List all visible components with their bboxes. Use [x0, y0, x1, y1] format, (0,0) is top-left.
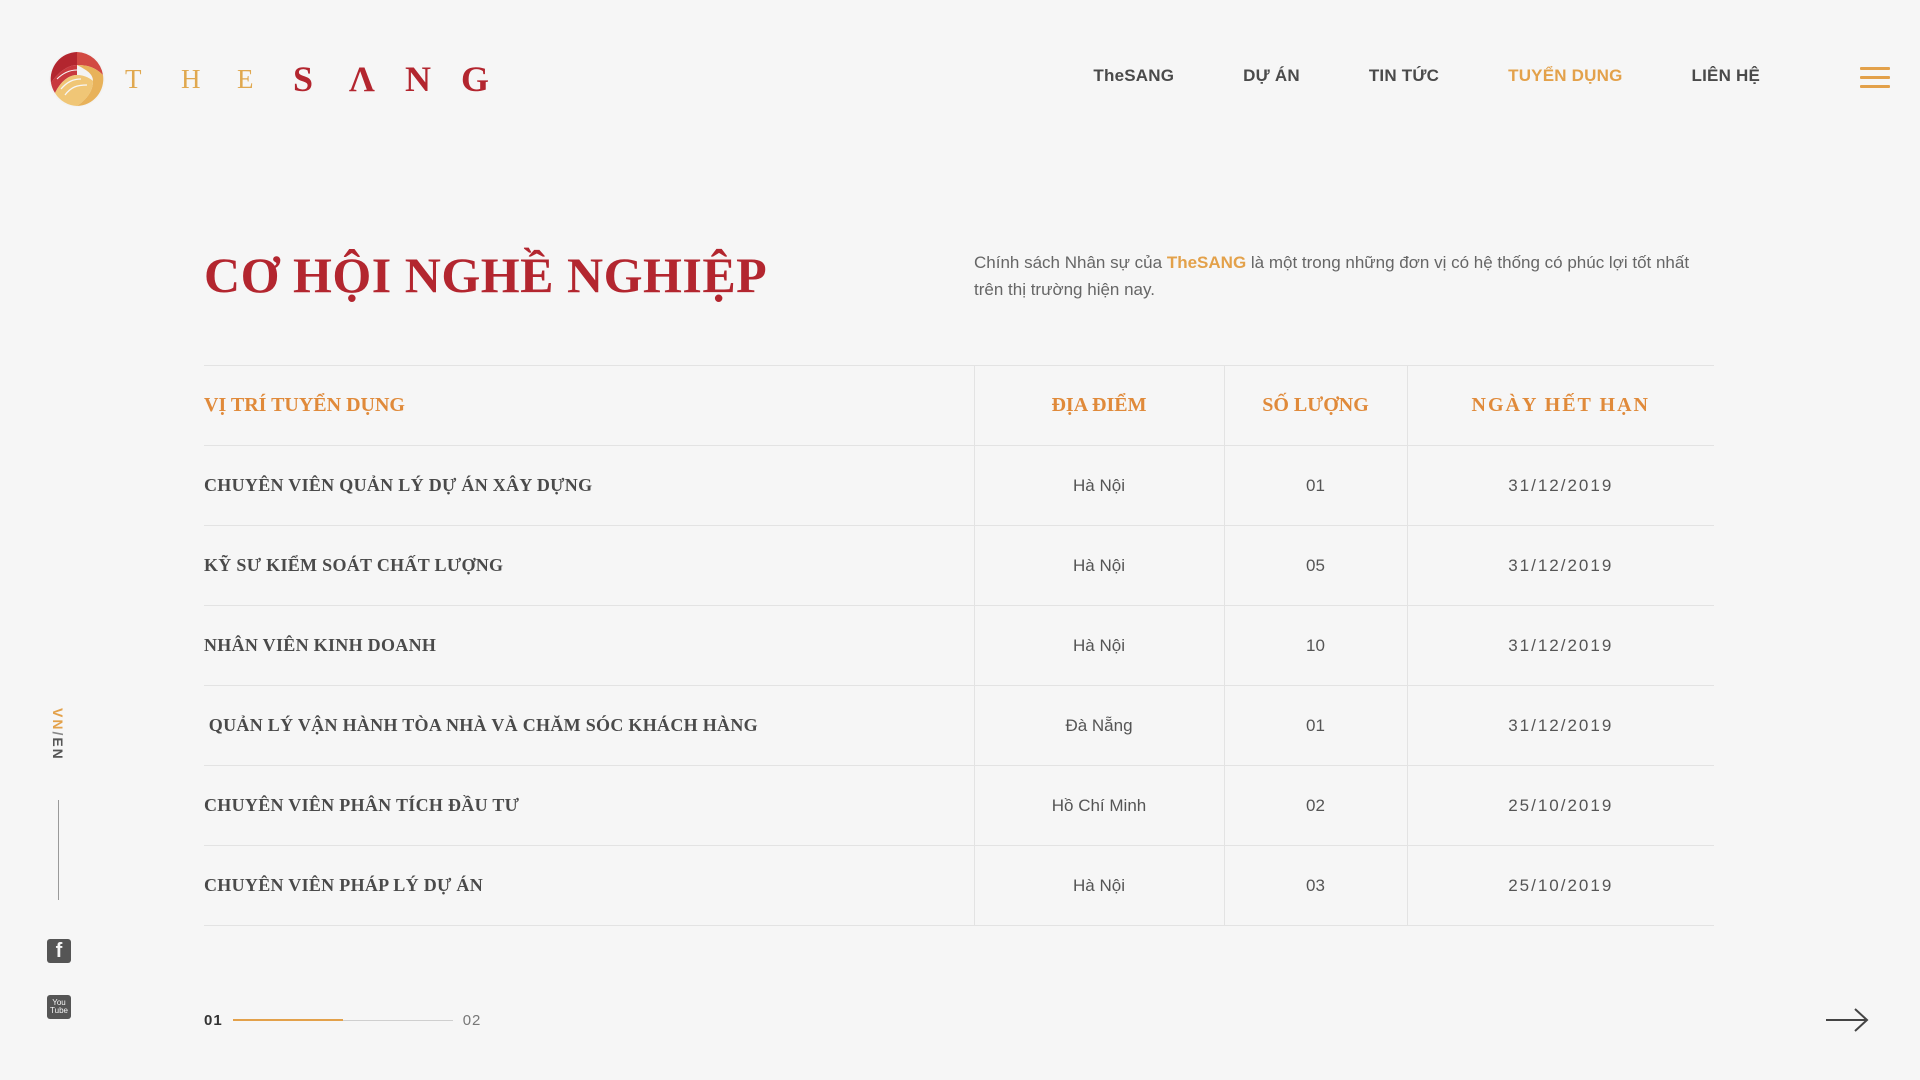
job-deadline: 25/10/2019 — [1406, 765, 1714, 846]
table-row[interactable]: CHUYÊN VIÊN PHÁP LÝ DỰ ÁN Hà Nội 03 25/1… — [204, 845, 1714, 926]
job-position[interactable]: CHUYÊN VIÊN PHÁP LÝ DỰ ÁN — [204, 845, 974, 926]
nav-item-tuyen-dung[interactable]: TUYỂN DỤNG — [1508, 66, 1622, 86]
job-location: Hà Nội — [973, 445, 1224, 526]
nav-item-thesang[interactable]: TheSANG — [1093, 66, 1174, 86]
logo-letter: H — [181, 63, 201, 94]
logo-letter: Λ — [349, 59, 375, 99]
pager: 01 02 — [204, 1012, 481, 1029]
intro-text-before: Chính sách Nhân sự của — [974, 253, 1167, 272]
facebook-icon[interactable]: f — [47, 939, 71, 963]
table-row[interactable]: QUẢN LÝ VẬN HÀNH TÒA NHÀ VÀ CHĂM SÓC KHÁ… — [204, 685, 1714, 766]
hamburger-icon[interactable] — [1860, 67, 1890, 89]
header-quantity: SỐ LƯỢNG — [1223, 365, 1407, 446]
table-row[interactable]: CHUYÊN VIÊN QUẢN LÝ DỰ ÁN XÂY DỰNG Hà Nộ… — [204, 445, 1714, 526]
page: T H E SΛNG TheSANG DỰ ÁN TIN TỨC TUYỂN DỤN… — [0, 0, 1920, 1080]
arrow-right-icon[interactable] — [1824, 1005, 1870, 1035]
job-quantity: 01 — [1223, 685, 1407, 766]
page-current[interactable]: 01 — [204, 1012, 223, 1029]
lang-en[interactable]: EN — [50, 737, 66, 760]
job-deadline: 31/12/2019 — [1406, 525, 1714, 606]
intro-text: Chính sách Nhân sự của TheSANG là một tr… — [974, 249, 1704, 303]
table-header-row: VỊ TRÍ TUYỂN DỤNG ĐỊA ĐIỂM SỐ LƯỢNG NGÀY… — [204, 365, 1714, 446]
logo-letter: G — [461, 59, 490, 99]
job-position[interactable]: CHUYÊN VIÊN QUẢN LÝ DỰ ÁN XÂY DỰNG — [204, 445, 974, 526]
rail-divider — [58, 800, 59, 900]
job-deadline: 31/12/2019 — [1406, 445, 1714, 526]
page-progress-track — [232, 1019, 453, 1021]
lang-vn[interactable]: VN — [50, 708, 66, 731]
table-row[interactable]: KỸ SƯ KIỂM SOÁT CHẤT LƯỢNG Hà Nội 05 31/… — [204, 525, 1714, 606]
job-location: Hà Nội — [973, 605, 1224, 686]
nav-item-du-an[interactable]: DỰ ÁN — [1243, 66, 1300, 86]
header-deadline: NGÀY HẾT HẠN — [1406, 365, 1714, 446]
logo-mark-icon — [49, 51, 105, 107]
language-switcher: VN/EN — [50, 708, 66, 761]
job-quantity: 05 — [1223, 525, 1407, 606]
job-location: Đà Nẵng — [973, 685, 1224, 766]
job-position[interactable]: KỸ SƯ KIỂM SOÁT CHẤT LƯỢNG — [204, 525, 974, 606]
youtube-icon[interactable]: You Tube — [47, 995, 71, 1019]
header-location: ĐỊA ĐIỂM — [973, 365, 1224, 446]
logo-letter: S — [293, 59, 314, 99]
job-deadline: 31/12/2019 — [1406, 685, 1714, 766]
job-location: Hồ Chí Minh — [973, 765, 1224, 846]
job-location: Hà Nội — [973, 525, 1224, 606]
jobs-table: VỊ TRÍ TUYỂN DỤNG ĐỊA ĐIỂM SỐ LƯỢNG NGÀY… — [204, 365, 1714, 926]
page-title: CƠ HỘI NGHỀ NGHIỆP — [204, 247, 768, 303]
job-deadline: 31/12/2019 — [1406, 605, 1714, 686]
job-deadline: 25/10/2019 — [1406, 845, 1714, 926]
nav-item-lien-he[interactable]: LIÊN HỆ — [1692, 66, 1760, 86]
logo-text-sang: SΛNG — [293, 58, 517, 100]
page-progress-fill — [232, 1019, 343, 1021]
logo-letter: E — [237, 63, 254, 94]
facebook-glyph: f — [55, 939, 63, 962]
table-row[interactable]: CHUYÊN VIÊN PHÂN TÍCH ĐẦU TƯ Hồ Chí Minh… — [204, 765, 1714, 846]
logo-letter: T — [125, 63, 142, 94]
logo-letter: N — [405, 59, 431, 99]
youtube-glyph-bottom: Tube — [50, 1006, 68, 1015]
job-position[interactable]: CHUYÊN VIÊN PHÂN TÍCH ĐẦU TƯ — [204, 765, 974, 846]
header-position: VỊ TRÍ TUYỂN DỤNG — [204, 365, 974, 446]
logo-text-the: THE — [125, 64, 293, 95]
nav-item-tin-tuc[interactable]: TIN TỨC — [1369, 66, 1439, 86]
job-position[interactable]: NHÂN VIÊN KINH DOANH — [204, 605, 974, 686]
table-row[interactable]: NHÂN VIÊN KINH DOANH Hà Nội 10 31/12/201… — [204, 605, 1714, 686]
job-quantity: 10 — [1223, 605, 1407, 686]
job-location: Hà Nội — [973, 845, 1224, 926]
job-position[interactable]: QUẢN LÝ VẬN HÀNH TÒA NHÀ VÀ CHĂM SÓC KHÁ… — [204, 685, 974, 766]
job-quantity: 01 — [1223, 445, 1407, 526]
page-next[interactable]: 02 — [463, 1012, 482, 1029]
main-nav: TheSANG DỰ ÁN TIN TỨC TUYỂN DỤNG LIÊN HỆ — [1024, 66, 1760, 86]
intro-brand: TheSANG — [1166, 253, 1247, 272]
logo[interactable]: T H E SΛNG — [47, 49, 517, 109]
job-quantity: 03 — [1223, 845, 1407, 926]
job-quantity: 02 — [1223, 765, 1407, 846]
